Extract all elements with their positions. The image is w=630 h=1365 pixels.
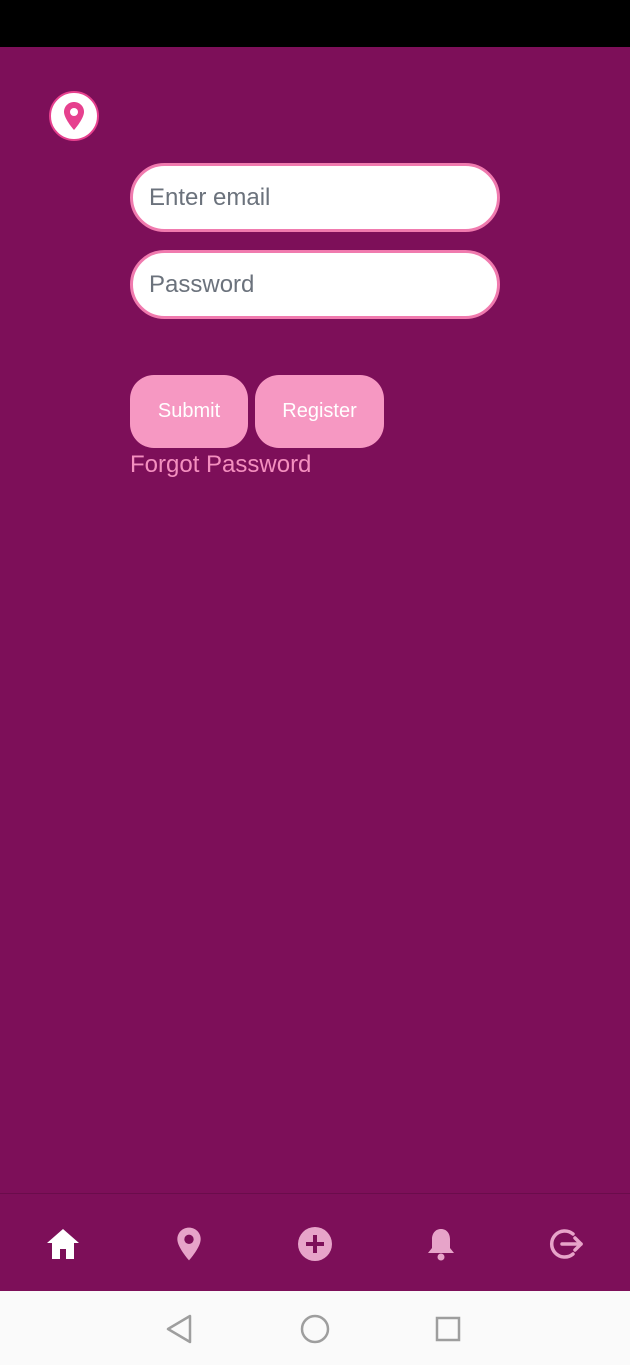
back-icon <box>166 1314 192 1344</box>
status-bar <box>0 0 630 47</box>
login-screen: Submit Register Forgot Password <box>0 47 630 1193</box>
submit-button[interactable]: Submit <box>130 375 248 448</box>
nav-add[interactable] <box>295 1224 335 1264</box>
home-icon <box>47 1229 79 1259</box>
system-recents-button[interactable] <box>430 1311 466 1347</box>
bottom-navigation <box>0 1193 630 1291</box>
system-navigation-bar <box>0 1291 630 1365</box>
home-circle-icon <box>300 1314 330 1344</box>
app-logo <box>49 91 99 141</box>
forgot-password-link[interactable]: Forgot Password <box>130 451 311 479</box>
location-pin-icon <box>64 102 84 130</box>
system-back-button[interactable] <box>161 1311 197 1347</box>
email-input[interactable] <box>130 163 500 232</box>
nav-location[interactable] <box>169 1224 209 1264</box>
nav-notifications[interactable] <box>421 1224 461 1264</box>
recents-icon <box>435 1316 461 1342</box>
logout-icon <box>549 1229 583 1259</box>
register-button[interactable]: Register <box>255 375 384 448</box>
add-circle-icon <box>298 1227 332 1261</box>
location-pin-icon <box>177 1227 201 1261</box>
bell-icon <box>428 1229 454 1261</box>
nav-logout[interactable] <box>547 1224 587 1264</box>
nav-home[interactable] <box>43 1224 83 1264</box>
system-home-button[interactable] <box>297 1311 333 1347</box>
password-input[interactable] <box>130 250 500 319</box>
